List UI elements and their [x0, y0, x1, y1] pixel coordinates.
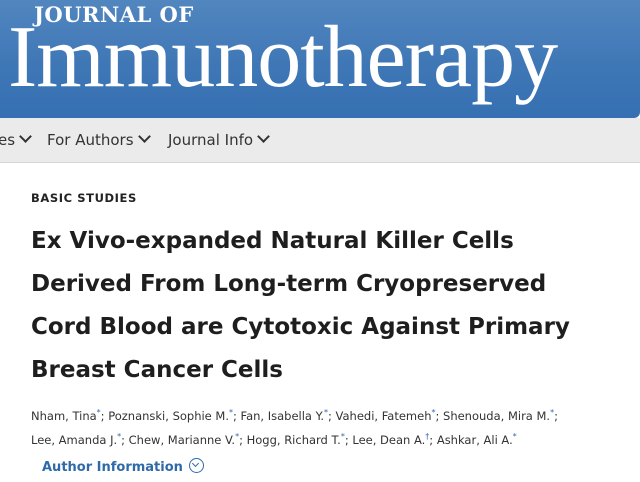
chevron-down-icon — [257, 130, 270, 143]
author-mark: * — [235, 432, 240, 442]
chevron-down-icon — [137, 130, 151, 143]
author-list: Nham, Tina*; Poznanski, Sophie M.*; Fan,… — [31, 404, 621, 452]
title-line: Cord Blood are Cytotoxic Against Primary — [31, 314, 570, 340]
nav-item-label: For Authors — [47, 131, 134, 149]
author-name[interactable]: Lee, Dean A. — [352, 433, 425, 447]
author-name[interactable]: Lee, Amanda J. — [31, 433, 117, 447]
author-name[interactable]: Vahedi, Fatemeh — [336, 409, 432, 423]
nav-item-journal-info[interactable]: Journal Info — [168, 118, 270, 162]
author-mark: * — [550, 408, 555, 418]
author-name[interactable]: Shenouda, Mira M. — [443, 409, 550, 423]
nav-item-issues[interactable]: es — [0, 118, 32, 162]
article-title: Ex Vivo-expanded Natural Killer Cells De… — [31, 220, 621, 392]
author-name[interactable]: Fan, Isabella Y. — [241, 409, 324, 423]
author-information-toggle[interactable]: Author Information — [42, 456, 204, 475]
author-mark: * — [512, 432, 517, 442]
author-mark: † — [425, 432, 430, 442]
journal-masthead[interactable]: JOURNAL OF Immunotherapy — [0, 0, 640, 118]
author-mark: * — [324, 408, 328, 418]
author-name[interactable]: Nham, Tina — [31, 409, 97, 423]
author-mark: * — [431, 408, 436, 418]
nav-item-label: Journal Info — [168, 131, 254, 149]
author-name[interactable]: Ashkar, Ali A. — [437, 433, 513, 447]
article-header: BASIC STUDIES Ex Vivo-expanded Natural K… — [22, 176, 622, 482]
author-mark: * — [96, 408, 101, 418]
author-name[interactable]: Hogg, Richard T. — [247, 433, 341, 447]
title-line: Breast Cancer Cells — [31, 357, 283, 383]
title-line: Derived From Long-term Cryopreserved — [31, 271, 547, 297]
author-information-label: Author Information — [42, 460, 183, 475]
page: JOURNAL OF Immunotherapy es For Authors … — [0, 0, 640, 482]
journal-name: Immunotherapy — [8, 9, 558, 106]
author-line: Lee, Amanda J.*; Chew, Marianne V.*; Hog… — [31, 432, 517, 447]
author-mark: * — [340, 432, 345, 442]
nav-item-for-authors[interactable]: For Authors — [47, 118, 151, 162]
title-line: Ex Vivo-expanded Natural Killer Cells — [31, 228, 514, 254]
chevron-down-icon — [19, 130, 32, 143]
section-label: BASIC STUDIES — [31, 191, 137, 205]
author-line: Nham, Tina*; Poznanski, Sophie M.*; Fan,… — [31, 408, 558, 423]
author-mark: * — [117, 432, 122, 442]
nav-item-label: es — [0, 131, 16, 149]
chevron-down-circle-icon — [188, 458, 204, 473]
author-mark: * — [229, 408, 233, 418]
author-name[interactable]: Poznanski, Sophie M. — [108, 409, 229, 423]
author-name[interactable]: Chew, Marianne V. — [129, 433, 235, 447]
main-nav: es For Authors Journal Info — [0, 118, 640, 163]
